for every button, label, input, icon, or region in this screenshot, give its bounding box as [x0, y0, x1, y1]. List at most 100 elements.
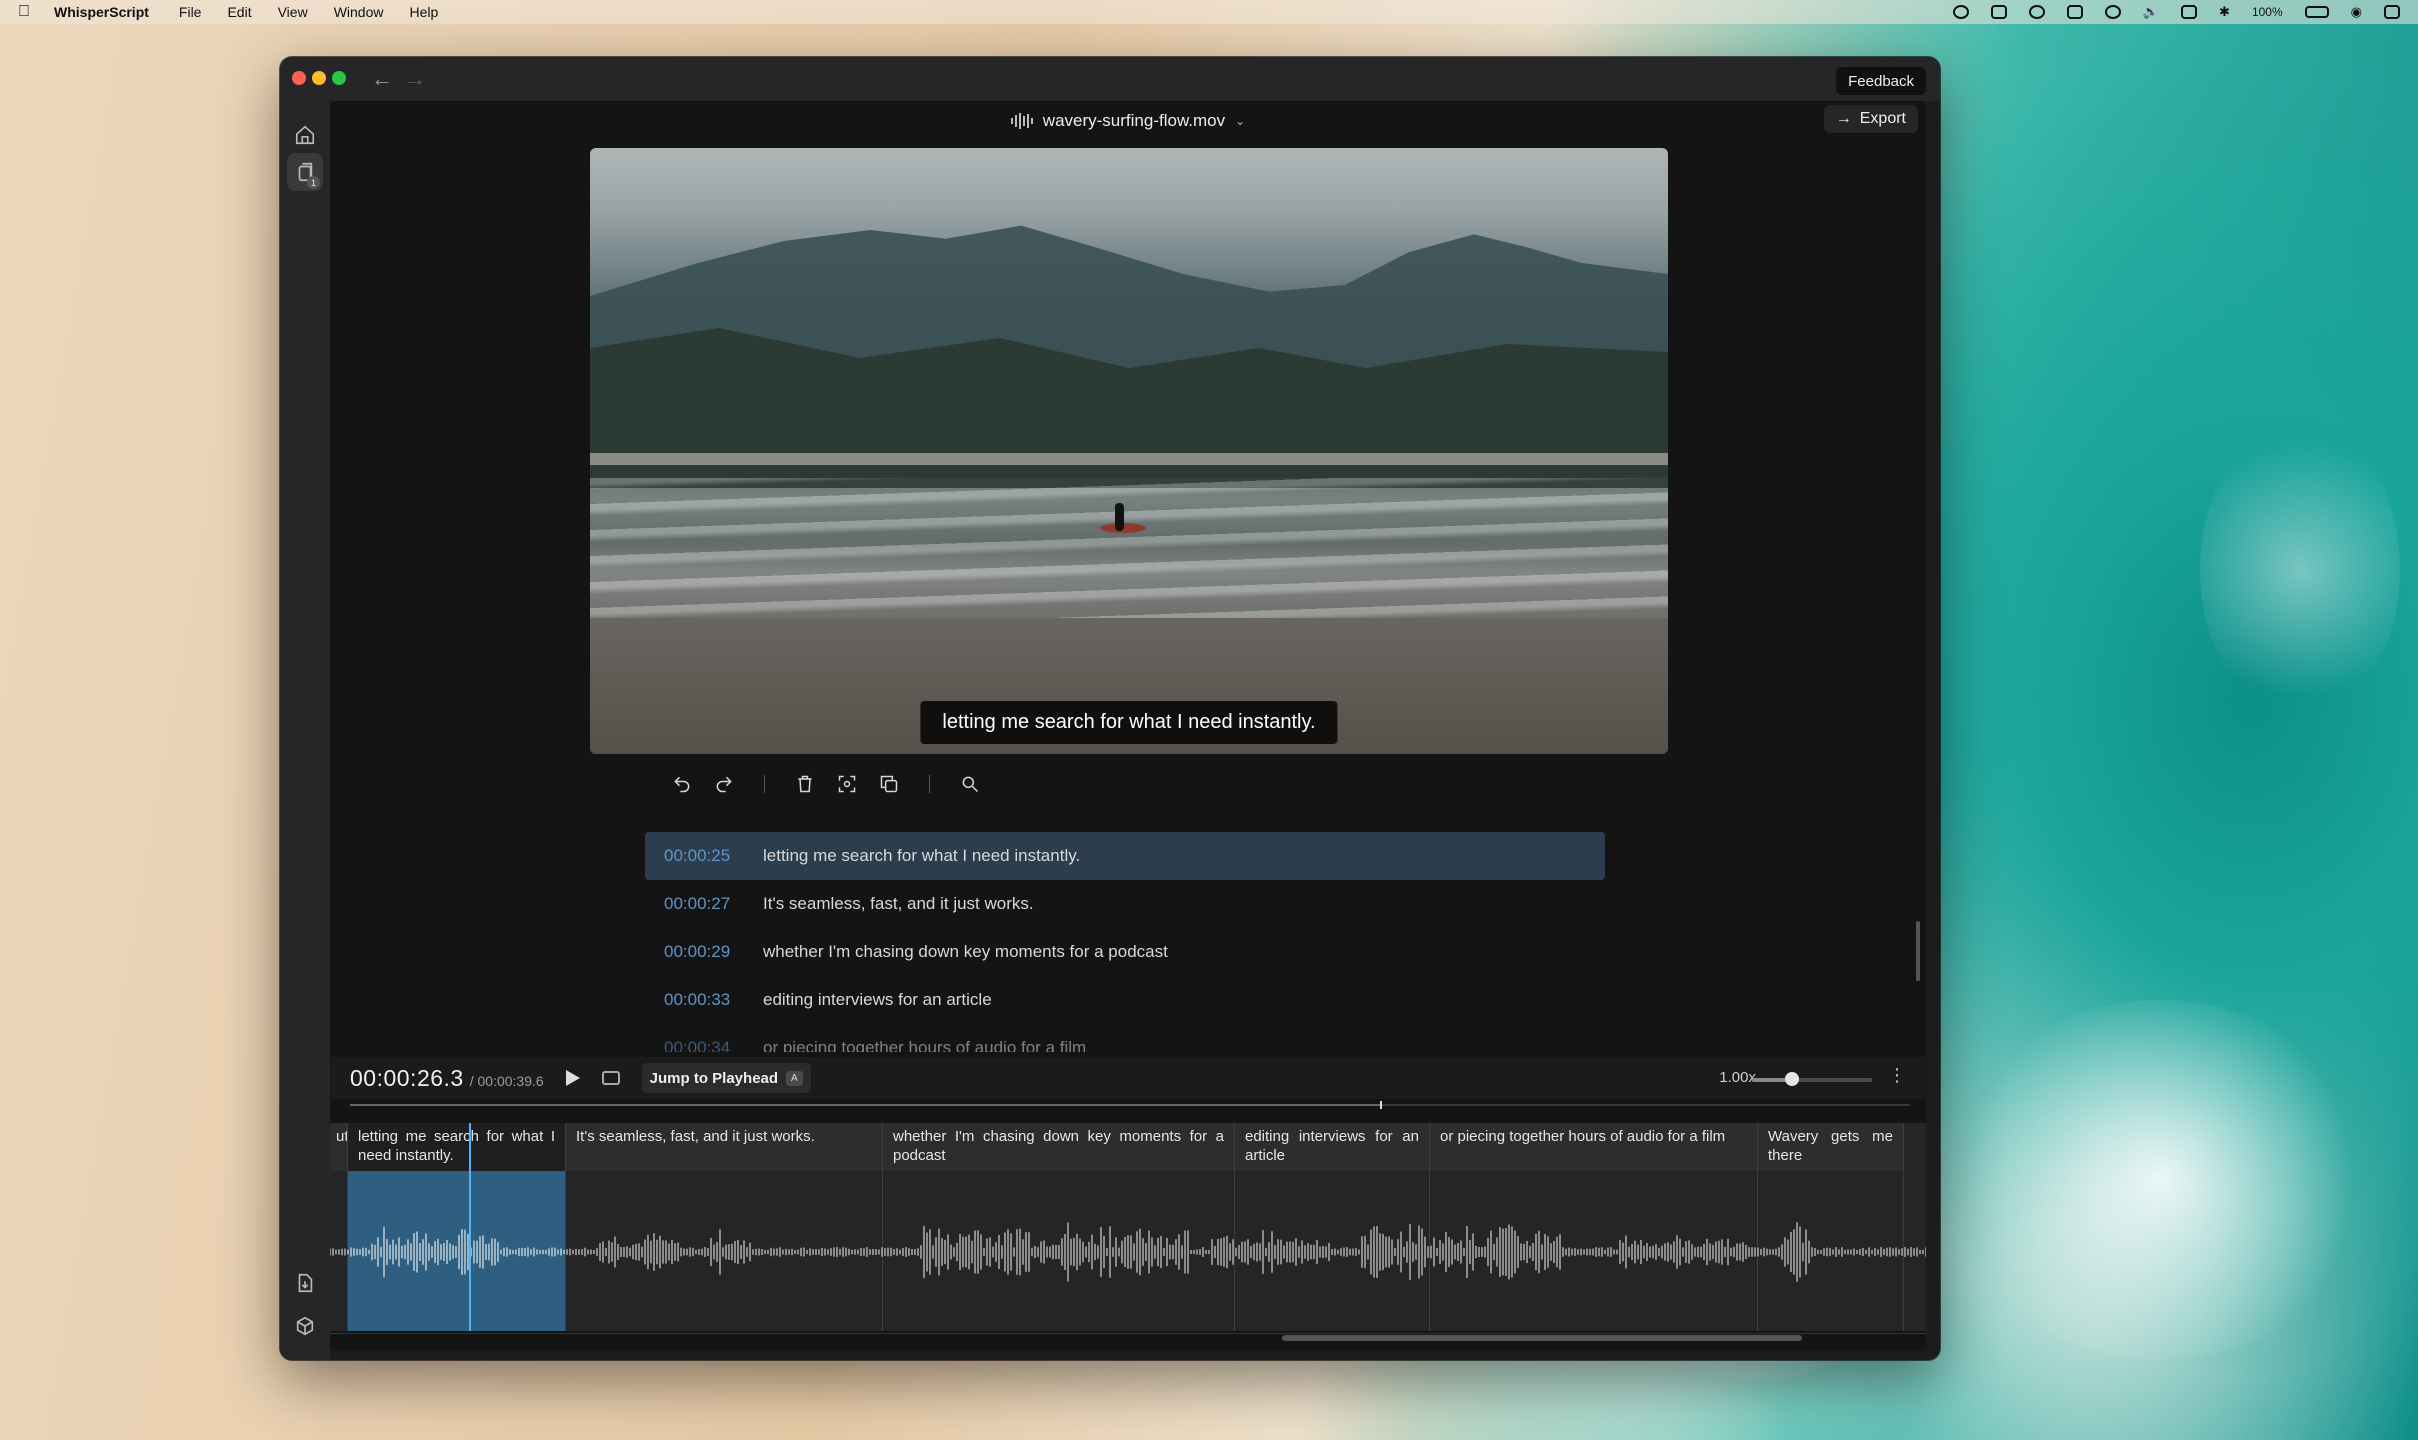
file-name[interactable]: wavery-surfing-flow.mov — [1043, 111, 1225, 131]
brightness-icon[interactable] — [2104, 5, 2121, 19]
transcript-row[interactable]: 00:00:27 It's seamless, fast, and it jus… — [645, 880, 1605, 928]
transcript-row[interactable]: 00:00:33 editing interviews for an artic… — [645, 976, 1605, 1024]
segment-label: It's seamless, fast, and it just works. — [566, 1123, 882, 1171]
battery-icon[interactable] — [2304, 6, 2329, 18]
wallpaper-foam — [2200, 420, 2400, 720]
bluetooth-icon[interactable]: ✱ — [2219, 4, 2230, 20]
toolbar-divider — [764, 775, 765, 793]
file-title-bar: wavery-surfing-flow.mov ⌄ — [330, 101, 1926, 141]
segment-label: letting me search for what I need instan… — [348, 1123, 565, 1171]
transcript-text[interactable]: editing interviews for an article — [763, 990, 992, 1010]
status-area: 🔊 ✱ 100% ◉ — [1952, 4, 2400, 20]
battery-percent: 100% — [2251, 5, 2283, 19]
timeline-bottom-rule — [330, 1333, 1926, 1334]
menu-view[interactable]: View — [278, 4, 308, 20]
transport-bar: 00:00:26.3 / 00:00:39.6 Jump to Playhead… — [330, 1057, 1926, 1099]
focus-select-icon[interactable] — [835, 772, 859, 796]
transcript-row[interactable]: 00:00:29 whether I'm chasing down key mo… — [645, 928, 1605, 976]
segment-label: Wavery gets me there — [1758, 1123, 1903, 1171]
play-icon[interactable] — [565, 1070, 580, 1086]
segment-label: or piecing together hours of audio for a… — [1430, 1123, 1757, 1171]
video-shore — [590, 453, 1668, 465]
redo-icon[interactable] — [712, 772, 736, 796]
documents-icon[interactable]: 1 — [287, 153, 323, 191]
home-icon[interactable] — [293, 123, 317, 147]
export-label: Export — [1859, 110, 1906, 127]
transcript-list: 00:00:25 letting me search for what I ne… — [645, 832, 1605, 1052]
segment-label: ute — [330, 1123, 347, 1171]
edit-toolbar — [670, 769, 982, 799]
timeline-horizontal-scrollbar[interactable] — [1282, 1335, 1802, 1341]
transcript-text[interactable]: whether I'm chasing down key moments for… — [763, 942, 1168, 962]
transcript-scrollbar[interactable] — [1916, 921, 1920, 981]
arrow-right-icon: → — [1835, 110, 1852, 127]
transcript-row[interactable]: 00:00:25 letting me search for what I ne… — [645, 832, 1605, 880]
title-bar: ← → Feedback — [280, 57, 1940, 101]
playhead[interactable] — [469, 1123, 471, 1331]
transcript-row[interactable]: 00:00:34 or piecing together hours of au… — [645, 1024, 1605, 1052]
status-lock-icon[interactable] — [1990, 5, 2007, 19]
menu-help[interactable]: Help — [409, 4, 438, 20]
transcript-text[interactable]: or piecing together hours of audio for a… — [763, 1038, 1086, 1052]
export-button[interactable]: → Export — [1823, 105, 1918, 133]
menu-window[interactable]: Window — [334, 4, 384, 20]
transcript-text[interactable]: It's seamless, fast, and it just works. — [763, 894, 1034, 914]
status-display-icon[interactable] — [2066, 5, 2083, 19]
transcript-text[interactable]: letting me search for what I need instan… — [763, 846, 1080, 866]
playback-progress-head[interactable] — [1379, 1101, 1382, 1109]
status-timer-icon[interactable] — [2028, 5, 2045, 19]
zoom-window-button[interactable] — [332, 71, 346, 85]
menu-edit[interactable]: Edit — [227, 4, 251, 20]
search-icon[interactable] — [958, 772, 982, 796]
loop-icon[interactable] — [601, 1071, 620, 1085]
trash-icon[interactable] — [793, 772, 817, 796]
menu-file[interactable]: File — [179, 4, 202, 20]
total-time: / 00:00:39.6 — [469, 1072, 544, 1089]
more-options-icon[interactable]: ⋮ — [1888, 1065, 1906, 1086]
screen-mirroring-icon[interactable] — [2181, 5, 2198, 19]
sidebar: 1 — [280, 101, 330, 1360]
menu-bar:  WhisperScript File Edit View Window He… — [0, 0, 2418, 24]
segment-label: whether I'm chasing down key moments for… — [883, 1123, 1234, 1171]
control-center-icon[interactable] — [2384, 5, 2400, 19]
transcript-timestamp[interactable]: 00:00:33 — [664, 990, 763, 1010]
close-window-button[interactable] — [292, 71, 306, 85]
forward-arrow-icon[interactable]: → — [404, 66, 426, 92]
transcript-timestamp[interactable]: 00:00:25 — [664, 846, 763, 866]
playback-speed: 1.00x — [1719, 1069, 1756, 1086]
volume-icon[interactable]: 🔊 — [2143, 4, 2159, 20]
playback-progress[interactable] — [350, 1101, 1910, 1109]
minimize-window-button[interactable] — [312, 71, 326, 85]
app-window: ← → Feedback 1 wavery-surfing-flow.mov ⌄ — [280, 57, 1940, 1360]
video-player[interactable]: letting me search for what I need instan… — [590, 148, 1668, 754]
jump-to-playhead-label: Jump to Playhead — [649, 1069, 779, 1087]
audio-waveform — [330, 1222, 1926, 1282]
feedback-button[interactable]: Feedback — [1836, 67, 1926, 95]
speed-slider[interactable] — [1752, 1072, 1872, 1086]
speed-slider-knob[interactable] — [1784, 1072, 1799, 1086]
app-menu[interactable]: WhisperScript — [54, 4, 149, 20]
video-caption: letting me search for what I need instan… — [920, 701, 1338, 744]
models-icon[interactable] — [293, 1314, 317, 1338]
copy-icon[interactable] — [877, 772, 901, 796]
documents-badge: 1 — [307, 176, 320, 189]
segment-label: editing interviews for an article — [1235, 1123, 1429, 1171]
toolbar-divider — [929, 775, 930, 793]
chevron-down-icon[interactable]: ⌄ — [1235, 114, 1245, 128]
transcript-timestamp[interactable]: 00:00:34 — [664, 1038, 763, 1052]
import-file-icon[interactable] — [293, 1271, 317, 1295]
shortcut-badge: A — [786, 1070, 803, 1086]
jump-to-playhead-button[interactable]: Jump to Playhead A — [641, 1063, 811, 1093]
apple-menu-icon[interactable]:  — [18, 3, 36, 21]
transcript-timestamp[interactable]: 00:00:29 — [664, 942, 763, 962]
playback-progress-fill — [350, 1104, 1380, 1106]
transcript-timestamp[interactable]: 00:00:27 — [664, 894, 763, 914]
undo-icon[interactable] — [670, 772, 694, 796]
audio-wave-icon — [1010, 113, 1033, 129]
video-surfer — [1115, 503, 1124, 531]
waveform-timeline[interactable]: ute letting me search for what I need in… — [330, 1123, 1926, 1331]
wifi-icon[interactable]: ◉ — [2351, 4, 2362, 20]
wallpaper-foam — [1950, 1000, 2370, 1360]
back-arrow-icon[interactable]: ← — [371, 66, 393, 92]
status-app-icon[interactable] — [1952, 5, 1969, 19]
